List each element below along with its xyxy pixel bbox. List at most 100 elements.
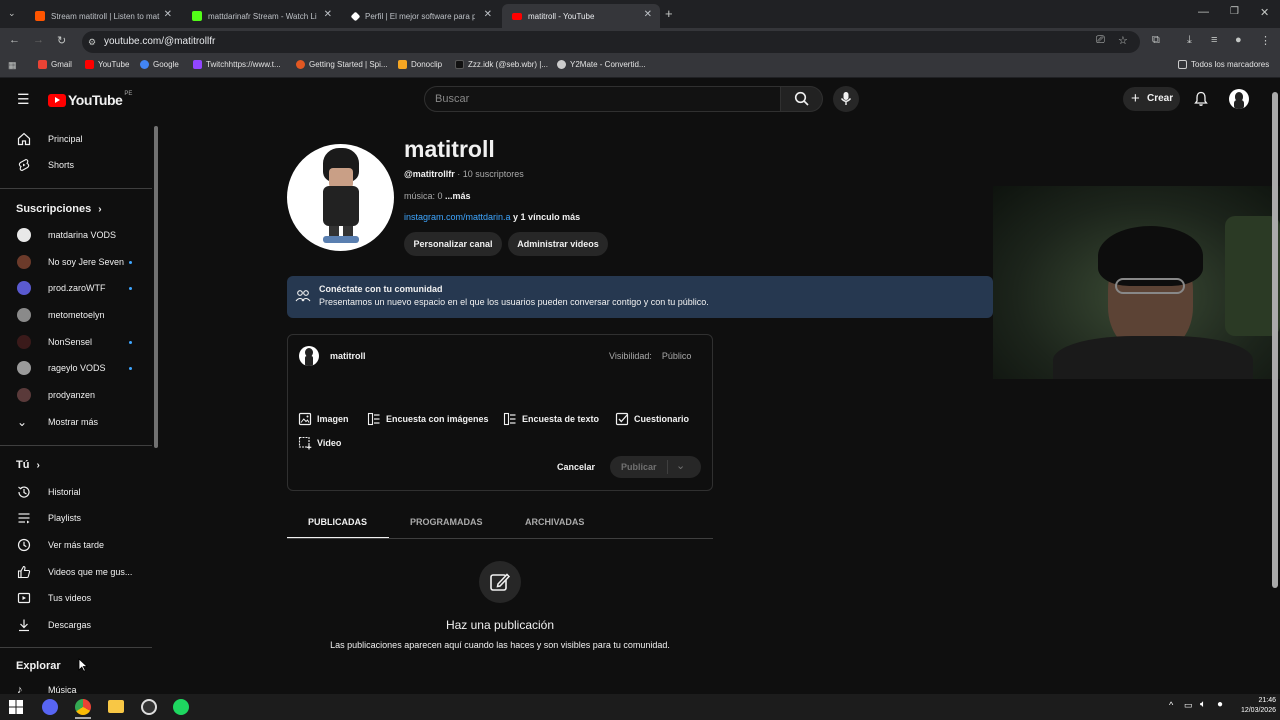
file-explorer-icon[interactable]	[108, 700, 124, 713]
tab-scheduled[interactable]: PROGRAMADAS	[410, 517, 483, 527]
option-quiz-button[interactable]: Cuestionario	[615, 412, 689, 426]
browser-tab[interactable]: Perfil | El mejor software para p ✕	[342, 4, 500, 28]
youtube-header: ☰ YouTube PE Buscar + Crear	[0, 80, 1280, 120]
bookmark-getting-started[interactable]: Getting Started | Spi...	[296, 60, 388, 69]
notifications-bell-icon[interactable]	[1193, 91, 1209, 107]
option-video-button[interactable]: Video	[298, 436, 341, 450]
tab-search-icon[interactable]: ⌄	[8, 8, 16, 19]
sidebar-item-playlists[interactable]: Playlists	[0, 505, 150, 531]
channel-avatar-large[interactable]	[287, 144, 394, 251]
volume-icon[interactable]: 🔈︎	[1200, 699, 1206, 710]
you-heading[interactable]: Tú ›	[16, 459, 40, 471]
clock[interactable]: 21:46 12/03/2026	[1232, 696, 1276, 716]
new-tab-icon[interactable]: +	[665, 6, 673, 21]
hamburger-menu-icon[interactable]: ☰	[17, 91, 30, 108]
bookmark-twitch[interactable]: Twitchhttps://www.t...	[193, 60, 281, 69]
search-input[interactable]: Buscar	[424, 86, 781, 112]
bookmark-gmail[interactable]: Gmail	[38, 60, 72, 69]
extensions-icon[interactable]: ⧉	[1152, 34, 1160, 47]
close-tab-icon[interactable]: ✕	[644, 9, 652, 20]
sidebar: Principal Shorts Suscripciones › matdari…	[0, 120, 160, 700]
media-control-icon[interactable]: ≡	[1211, 34, 1217, 46]
download-icon[interactable]: ⤓	[1187, 34, 1192, 47]
sidebar-scrollbar[interactable]	[154, 126, 158, 448]
chevron-down-icon: ⌄	[17, 415, 28, 429]
restore-icon[interactable]: ❐	[1230, 6, 1239, 17]
back-icon[interactable]: ←	[9, 34, 20, 46]
browser-tab[interactable]: Stream matitroll | Listen to mat ✕	[25, 4, 180, 28]
sidebar-item-your-videos[interactable]: Tus videos	[0, 585, 150, 611]
sidebar-item-principal[interactable]: Principal	[0, 126, 150, 152]
new-content-dot	[129, 286, 132, 290]
sidebar-item-subscription[interactable]: metometoelyn	[0, 302, 150, 328]
sidebar-item-subscription[interactable]: NonSensel	[0, 329, 150, 355]
microphone-tray-icon[interactable]: ●	[1217, 699, 1223, 710]
address-bar[interactable]: ⚙ youtube.com/@matitrollfr	[82, 31, 1140, 53]
bookmark-donoclip[interactable]: Donoclip	[398, 60, 442, 69]
publish-button[interactable]: Publicar	[621, 462, 657, 472]
sidebar-item-historial[interactable]: Historial	[0, 479, 150, 505]
discord-icon[interactable]	[42, 699, 58, 715]
option-text-poll-button[interactable]: Encuesta de texto	[503, 412, 599, 426]
sidebar-item-show-more[interactable]: ⌄ Mostrar más	[0, 409, 150, 435]
sidebar-item-subscription[interactable]: prod.zaroWTF	[0, 275, 150, 301]
obs-icon[interactable]	[141, 699, 157, 715]
avatar-face	[329, 168, 353, 188]
account-avatar[interactable]	[1229, 89, 1249, 109]
sidebar-item-liked-videos[interactable]: Videos que me gus...	[0, 559, 150, 585]
close-tab-icon[interactable]: ✕	[164, 9, 172, 20]
windows-start-icon[interactable]	[9, 700, 23, 714]
network-icon[interactable]: ▭	[1184, 700, 1193, 711]
subscriptions-heading[interactable]: Suscripciones ›	[16, 203, 102, 215]
site-info-icon[interactable]: ⚙	[88, 31, 96, 53]
reload-icon[interactable]: ↻	[57, 34, 66, 47]
option-image-poll-button[interactable]: Encuesta con imágenes	[367, 412, 489, 426]
browser-tab-active[interactable]: matitroll - YouTube ✕	[502, 4, 660, 28]
browser-tab[interactable]: mattdarinafr Stream - Watch Li ✕	[182, 4, 340, 28]
close-tab-icon[interactable]: ✕	[324, 9, 332, 20]
tabs-divider	[287, 538, 713, 539]
more-links[interactable]: y 1 vínculo más	[511, 212, 580, 222]
forward-icon[interactable]: →	[33, 34, 44, 46]
minimize-icon[interactable]: —	[1198, 6, 1209, 18]
schedule-dropdown-icon[interactable]: ⌄	[676, 459, 685, 472]
page-scrollbar[interactable]	[1272, 92, 1278, 588]
tab-archived[interactable]: ARCHIVADAS	[525, 517, 584, 527]
sidebar-item-subscription[interactable]: prodyanzen	[0, 382, 150, 408]
youtube-logo[interactable]: YouTube PE	[48, 91, 132, 108]
all-bookmarks[interactable]: Todos los marcadores	[1178, 60, 1269, 69]
search-button[interactable]	[781, 86, 823, 112]
customize-channel-button[interactable]: Personalizar canal	[404, 232, 502, 256]
bookmark-y2mate[interactable]: Y2Mate - Convertid...	[557, 60, 646, 69]
sidebar-item-subscription[interactable]: No soy Jere Seven	[0, 249, 150, 275]
sidebar-item-downloads[interactable]: Descargas	[0, 612, 150, 638]
apps-grid-icon[interactable]: ▦	[8, 60, 17, 71]
bookmark-star-icon[interactable]: ☆	[1118, 34, 1128, 47]
sidebar-item-subscription[interactable]: matdarina VODS	[0, 222, 150, 248]
spotify-icon[interactable]	[173, 699, 189, 715]
close-tab-icon[interactable]: ✕	[484, 9, 492, 20]
manage-videos-button[interactable]: Administrar videos	[508, 232, 608, 256]
bookmark-google[interactable]: Google	[140, 60, 179, 69]
menu-kebab-icon[interactable]: ⋮	[1260, 34, 1271, 47]
tab-published[interactable]: PUBLICADAS	[308, 517, 367, 527]
visibility-selector[interactable]: Visibilidad: Público	[609, 351, 691, 361]
close-window-icon[interactable]: ✕	[1260, 6, 1269, 19]
install-app-icon[interactable]: ⎚	[1096, 34, 1105, 47]
option-image-button[interactable]: Imagen	[298, 412, 349, 426]
cancel-button[interactable]: Cancelar	[557, 462, 595, 472]
profile-icon[interactable]: ●	[1235, 34, 1242, 46]
channel-description[interactable]: música: 0 ...más	[404, 191, 471, 201]
more-link[interactable]: ...más	[445, 191, 471, 201]
bookmark-tiktok[interactable]: Zzz.idk (@seb.wbr) |...	[455, 60, 548, 69]
instagram-link[interactable]: instagram.com/mattdarin.a	[404, 212, 511, 222]
sidebar-item-watch-later[interactable]: Ver más tarde	[0, 532, 150, 558]
create-button[interactable]: + Crear	[1123, 87, 1180, 111]
chrome-icon[interactable]	[75, 699, 91, 715]
watch-later-icon	[17, 538, 31, 552]
tray-overflow-icon[interactable]: ^	[1169, 700, 1173, 710]
voice-search-button[interactable]	[833, 86, 859, 112]
sidebar-item-shorts[interactable]: Shorts	[0, 152, 150, 178]
bookmark-youtube[interactable]: YouTube	[85, 60, 129, 69]
sidebar-item-subscription[interactable]: rageylo VODS	[0, 355, 150, 381]
